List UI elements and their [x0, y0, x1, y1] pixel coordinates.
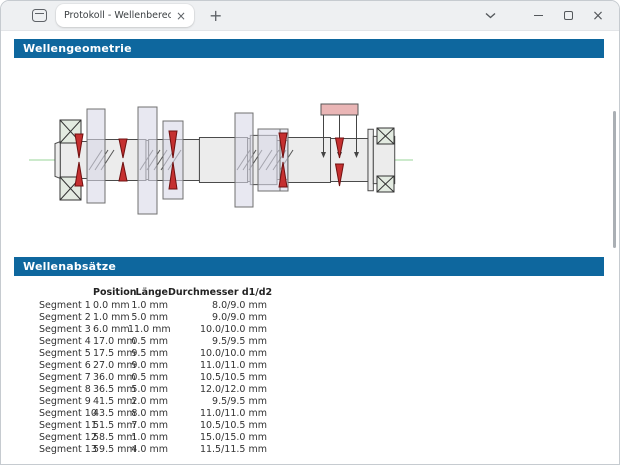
table-header-row: Position Länge Durchmesser d1/d2	[39, 285, 267, 299]
table-cell: 17.0 mm	[93, 336, 128, 347]
table-row: Segment 1258.5 mm1.0 mm15.0/15.0 mm	[39, 431, 267, 443]
table-cell: 6.0 mm	[93, 324, 128, 335]
shaft-segment	[288, 137, 331, 182]
window-controls: ×	[475, 1, 619, 30]
table-cell: 11.0/11.0 mm	[168, 360, 267, 371]
table-cell: 4.0 mm	[128, 444, 168, 455]
table-cell: Segment 5	[39, 348, 93, 359]
table-cell: 9.0/9.0 mm	[168, 312, 267, 323]
section-title: Wellenabsätze	[23, 260, 116, 273]
table-row: Segment 1151.5 mm7.0 mm10.5/10.5 mm	[39, 419, 267, 431]
table-row: Segment 1043.5 mm8.0 mm11.0/11.0 mm	[39, 407, 267, 419]
browser-window: Protokoll - Wellenberechnung × + × Welle…	[0, 0, 620, 465]
tab-actions-box	[32, 9, 47, 22]
load-block	[321, 104, 358, 115]
browser-tab[interactable]: Protokoll - Wellenberechnung ×	[56, 4, 194, 27]
table-cell: 51.5 mm	[93, 420, 128, 431]
section-header-wellenabsaetze: Wellenabsätze	[14, 257, 604, 276]
gear	[235, 113, 253, 207]
col-header-laenge: Länge	[128, 287, 168, 298]
table-row: Segment 21.0 mm5.0 mm9.0/9.0 mm	[39, 311, 267, 323]
table-cell: 41.5 mm	[93, 396, 128, 407]
table-cell: Segment 6	[39, 360, 93, 371]
table-cell: 36.5 mm	[93, 384, 128, 395]
section-header-wellengeometrie: Wellengeometrie	[14, 39, 604, 58]
table-row: Segment 10.0 mm1.0 mm8.0/9.0 mm	[39, 299, 267, 311]
table-cell: 8.0/9.0 mm	[168, 300, 267, 311]
table-cell: 9.5 mm	[128, 348, 168, 359]
table-row: Segment 836.5 mm5.0 mm12.0/12.0 mm	[39, 383, 267, 395]
table-cell: Segment 9	[39, 396, 93, 407]
table-cell: Segment 1	[39, 300, 93, 311]
tab-close-icon[interactable]: ×	[176, 10, 186, 22]
table-cell: 43.5 mm	[93, 408, 128, 419]
shaft-segment	[331, 138, 368, 181]
table-cell: 1.0 mm	[93, 312, 128, 323]
shaft-segment	[60, 142, 87, 179]
table-cell: Segment 12	[39, 432, 93, 443]
titlebar: Protokoll - Wellenberechnung × + ×	[1, 1, 619, 31]
scrollbar-thumb[interactable]	[613, 111, 616, 248]
table-cell: 15.0/15.0 mm	[168, 432, 267, 443]
table-cell: Segment 3	[39, 324, 93, 335]
table-row: Segment 627.0 mm9.0 mm11.0/11.0 mm	[39, 359, 267, 371]
col-header-durchmesser: Durchmesser d1/d2	[168, 287, 267, 298]
tab-list-chevron-icon[interactable]	[475, 1, 505, 30]
table-cell: 10.5/10.5 mm	[168, 420, 267, 431]
table-cell: 5.0 mm	[128, 312, 168, 323]
window-close-icon: ×	[592, 9, 604, 23]
table-cell: 10.0/10.0 mm	[168, 348, 267, 359]
table-cell: 2.0 mm	[128, 396, 168, 407]
gear	[87, 109, 105, 203]
new-tab-button[interactable]: +	[209, 8, 222, 24]
table-row: Segment 417.0 mm0.5 mm9.5/9.5 mm	[39, 335, 267, 347]
table-cell: Segment 2	[39, 312, 93, 323]
table-cell: 1.0 mm	[128, 432, 168, 443]
table-cell: 9.0 mm	[128, 360, 168, 371]
table-cell: 36.0 mm	[93, 372, 128, 383]
section-title: Wellengeometrie	[23, 42, 132, 55]
tab-title: Protokoll - Wellenberechnung	[64, 10, 171, 21]
table-cell: 11.0 mm	[128, 324, 168, 335]
table-cell: 1.0 mm	[128, 300, 168, 311]
table-cell: 7.0 mm	[128, 420, 168, 431]
table-row: Segment 736.0 mm0.5 mm10.5/10.5 mm	[39, 371, 267, 383]
minimize-button[interactable]	[523, 1, 553, 30]
table-cell: 0.5 mm	[128, 336, 168, 347]
window-close-button[interactable]: ×	[583, 1, 613, 30]
table-cell: 12.0/12.0 mm	[168, 384, 267, 395]
table-cell: Segment 10	[39, 408, 93, 419]
table-cell: 10.5/10.5 mm	[168, 372, 267, 383]
table-cell: 11.5/11.5 mm	[168, 444, 267, 455]
table-cell: 9.5/9.5 mm	[168, 336, 267, 347]
table-cell: 0.5 mm	[128, 372, 168, 383]
table-cell: Segment 13	[39, 444, 93, 455]
gear	[138, 107, 157, 214]
table-cell: 10.0/10.0 mm	[168, 324, 267, 335]
table-cell: Segment 11	[39, 420, 93, 431]
shaft-segment	[55, 142, 60, 179]
table-row: Segment 36.0 mm11.0 mm10.0/10.0 mm	[39, 323, 267, 335]
table-cell: Segment 8	[39, 384, 93, 395]
table-cell: Segment 4	[39, 336, 93, 347]
table-row: Segment 517.5 mm9.5 mm10.0/10.0 mm	[39, 347, 267, 359]
tab-actions-icon[interactable]	[32, 9, 47, 22]
shaft-drawing	[1, 76, 620, 226]
segments-table: Position Länge Durchmesser d1/d2 Segment…	[39, 285, 267, 455]
table-row: Segment 1359.5 mm4.0 mm11.5/11.5 mm	[39, 443, 267, 455]
table-cell: 8.0 mm	[128, 408, 168, 419]
table-cell: 17.5 mm	[93, 348, 128, 359]
col-header-position: Position	[93, 287, 128, 298]
table-cell: 11.0/11.0 mm	[168, 408, 267, 419]
maximize-button[interactable]	[553, 1, 583, 30]
table-cell: 58.5 mm	[93, 432, 128, 443]
table-cell: Segment 7	[39, 372, 93, 383]
shaft-segment	[368, 129, 373, 191]
table-cell: 9.5/9.5 mm	[168, 396, 267, 407]
table-cell: 27.0 mm	[93, 360, 128, 371]
table-row: Segment 941.5 mm2.0 mm9.5/9.5 mm	[39, 395, 267, 407]
table-cell: 5.0 mm	[128, 384, 168, 395]
table-cell: 0.0 mm	[93, 300, 128, 311]
table-cell: 59.5 mm	[93, 444, 128, 455]
